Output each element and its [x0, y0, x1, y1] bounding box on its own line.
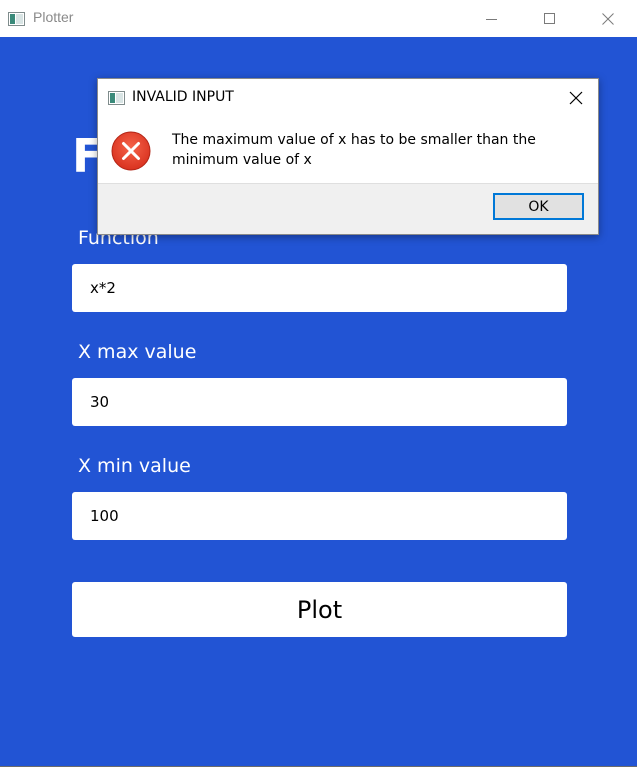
dialog-title: INVALID INPUT: [132, 89, 234, 105]
dialog-footer: OK: [98, 183, 598, 234]
maximize-icon: [544, 12, 555, 24]
window-titlebar: Plotter: [0, 0, 637, 37]
close-icon: [569, 91, 583, 105]
close-button[interactable]: [579, 0, 637, 37]
error-icon: [111, 131, 151, 175]
x-min-label: X min value: [78, 455, 191, 477]
invalid-input-dialog: INVALID INPUT The maximum value of x has…: [97, 78, 599, 235]
maximize-button[interactable]: [521, 0, 579, 37]
minimize-icon: [486, 18, 497, 20]
minimize-button[interactable]: [463, 0, 521, 37]
dialog-message: The maximum value of x has to be smaller…: [172, 132, 536, 168]
window-title: Plotter: [33, 9, 74, 25]
plot-button[interactable]: Plot: [72, 582, 567, 637]
function-input[interactable]: x*2: [72, 264, 567, 312]
x-max-input[interactable]: 30: [72, 378, 567, 426]
x-min-input[interactable]: 100: [72, 492, 567, 540]
app-window-icon: [108, 90, 125, 109]
app-window-icon: [8, 11, 25, 30]
dialog-titlebar: INVALID INPUT: [98, 79, 598, 117]
dialog-close-button[interactable]: [564, 87, 588, 109]
x-max-label: X max value: [78, 341, 197, 363]
close-icon: [602, 12, 614, 25]
ok-button[interactable]: OK: [493, 193, 584, 220]
